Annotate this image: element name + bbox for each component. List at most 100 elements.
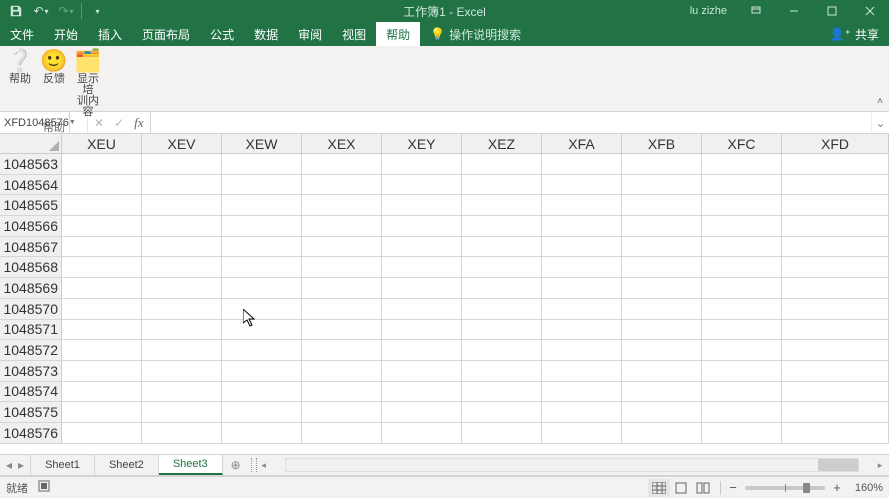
cell[interactable] bbox=[302, 195, 382, 216]
tab-review[interactable]: 审阅 bbox=[288, 22, 332, 46]
cell[interactable] bbox=[62, 299, 142, 320]
tell-me-search[interactable]: 💡 操作说明搜索 bbox=[420, 22, 531, 46]
cell[interactable] bbox=[142, 361, 222, 382]
cell[interactable] bbox=[782, 216, 889, 237]
cell[interactable] bbox=[62, 320, 142, 341]
cell[interactable] bbox=[462, 361, 542, 382]
cell[interactable] bbox=[302, 402, 382, 423]
page-layout-view-button[interactable] bbox=[670, 479, 692, 497]
cell[interactable] bbox=[142, 423, 222, 444]
cell[interactable] bbox=[302, 175, 382, 196]
cell[interactable] bbox=[542, 216, 622, 237]
row-header[interactable]: 1048574 bbox=[0, 382, 62, 403]
column-header[interactable]: XEZ bbox=[462, 134, 542, 154]
zoom-level[interactable]: 160% bbox=[849, 482, 883, 494]
cell[interactable] bbox=[702, 423, 782, 444]
zoom-in-button[interactable]: + bbox=[831, 480, 843, 495]
minimize-button[interactable] bbox=[779, 0, 809, 22]
tab-insert[interactable]: 插入 bbox=[88, 22, 132, 46]
close-button[interactable] bbox=[855, 0, 885, 22]
cell[interactable] bbox=[622, 402, 702, 423]
cell[interactable] bbox=[142, 237, 222, 258]
cell[interactable] bbox=[702, 237, 782, 258]
cell[interactable] bbox=[462, 257, 542, 278]
cell[interactable] bbox=[62, 257, 142, 278]
cell[interactable] bbox=[462, 402, 542, 423]
feedback-button[interactable]: 🙂 反馈 bbox=[40, 48, 68, 118]
tab-file[interactable]: 文件 bbox=[0, 22, 44, 46]
ribbon-options-button[interactable] bbox=[741, 0, 771, 22]
save-button[interactable] bbox=[4, 1, 28, 21]
cell[interactable] bbox=[62, 195, 142, 216]
cell[interactable] bbox=[222, 423, 302, 444]
sheet-tab-2[interactable]: Sheet2 bbox=[95, 455, 159, 475]
cell[interactable] bbox=[462, 195, 542, 216]
cell[interactable] bbox=[702, 216, 782, 237]
cell[interactable] bbox=[142, 195, 222, 216]
cell[interactable] bbox=[782, 175, 889, 196]
cell[interactable] bbox=[622, 237, 702, 258]
cell[interactable] bbox=[382, 382, 462, 403]
cell[interactable] bbox=[302, 216, 382, 237]
cell[interactable] bbox=[142, 154, 222, 175]
cell[interactable] bbox=[222, 237, 302, 258]
cell[interactable] bbox=[622, 195, 702, 216]
cell[interactable] bbox=[782, 382, 889, 403]
cell[interactable] bbox=[542, 320, 622, 341]
qat-customize-button[interactable]: ▾ bbox=[85, 1, 109, 21]
cell[interactable] bbox=[462, 216, 542, 237]
cell[interactable] bbox=[222, 154, 302, 175]
cell[interactable] bbox=[142, 216, 222, 237]
cell[interactable] bbox=[622, 299, 702, 320]
cell[interactable] bbox=[382, 257, 462, 278]
column-header[interactable]: XEX bbox=[302, 134, 382, 154]
cell[interactable] bbox=[542, 423, 622, 444]
cell[interactable] bbox=[382, 320, 462, 341]
cell[interactable] bbox=[462, 340, 542, 361]
macro-record-button[interactable] bbox=[38, 480, 50, 495]
show-training-button[interactable]: 🗂️ 显示培 训内容 bbox=[74, 48, 102, 118]
cell[interactable] bbox=[222, 195, 302, 216]
cell[interactable] bbox=[702, 299, 782, 320]
cell[interactable] bbox=[462, 154, 542, 175]
cell[interactable] bbox=[462, 237, 542, 258]
cell[interactable] bbox=[62, 278, 142, 299]
cell[interactable] bbox=[622, 216, 702, 237]
column-header[interactable]: XEV bbox=[142, 134, 222, 154]
cell[interactable] bbox=[142, 402, 222, 423]
cell[interactable] bbox=[462, 382, 542, 403]
zoom-thumb[interactable] bbox=[803, 483, 810, 493]
scroll-left-button[interactable]: ◂ bbox=[257, 458, 271, 472]
cell[interactable] bbox=[222, 382, 302, 403]
cell[interactable] bbox=[782, 299, 889, 320]
cell[interactable] bbox=[782, 340, 889, 361]
zoom-slider[interactable]: − + bbox=[727, 480, 843, 495]
cell[interactable] bbox=[222, 340, 302, 361]
cell[interactable] bbox=[702, 382, 782, 403]
cell[interactable] bbox=[702, 361, 782, 382]
page-break-view-button[interactable] bbox=[692, 479, 714, 497]
cell[interactable] bbox=[302, 299, 382, 320]
cell[interactable] bbox=[142, 340, 222, 361]
row-header[interactable]: 1048567 bbox=[0, 237, 62, 258]
cell[interactable] bbox=[382, 340, 462, 361]
username-label[interactable]: lu zizhe bbox=[690, 5, 727, 17]
row-header[interactable]: 1048569 bbox=[0, 278, 62, 299]
tab-formulas[interactable]: 公式 bbox=[200, 22, 244, 46]
row-header[interactable]: 1048576 bbox=[0, 423, 62, 444]
cell[interactable] bbox=[382, 299, 462, 320]
row-header[interactable]: 1048563 bbox=[0, 154, 62, 175]
cell[interactable] bbox=[222, 216, 302, 237]
cell[interactable] bbox=[382, 195, 462, 216]
cell[interactable] bbox=[62, 154, 142, 175]
tab-home[interactable]: 开始 bbox=[44, 22, 88, 46]
name-box[interactable]: XFD1048576 ▼ bbox=[0, 112, 70, 133]
accept-formula-button[interactable]: ✓ bbox=[114, 116, 124, 130]
column-header[interactable]: XEY bbox=[382, 134, 462, 154]
scroll-thumb[interactable] bbox=[818, 459, 858, 471]
cell[interactable] bbox=[302, 237, 382, 258]
cell[interactable] bbox=[622, 340, 702, 361]
zoom-track[interactable] bbox=[745, 486, 825, 490]
help-button[interactable]: ❔ 帮助 bbox=[6, 48, 34, 118]
maximize-button[interactable] bbox=[817, 0, 847, 22]
